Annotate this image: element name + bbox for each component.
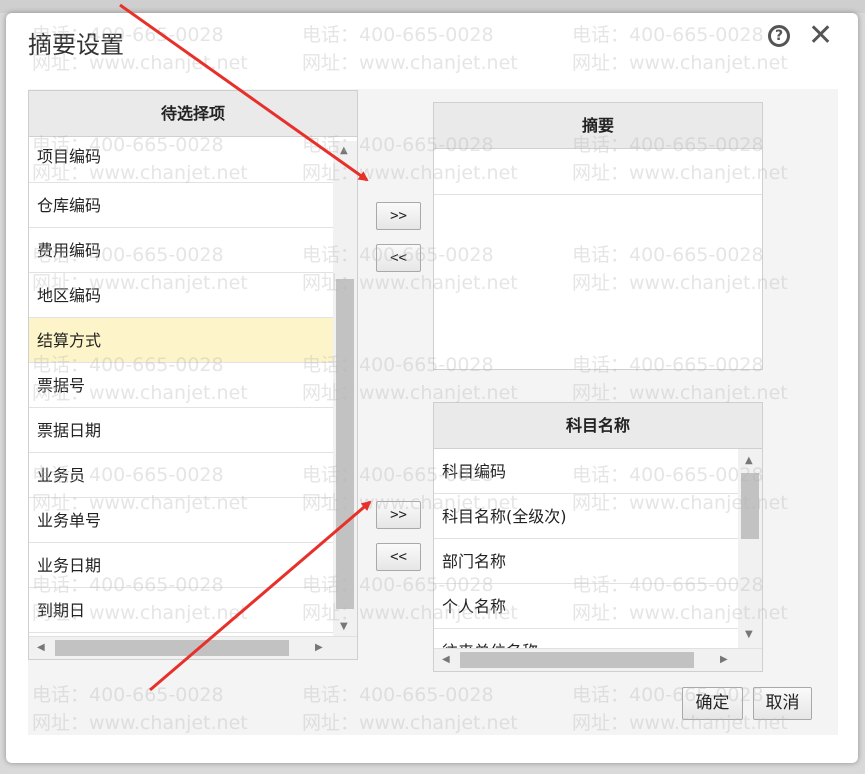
summary-panel: 摘要 [433,102,763,370]
account-name-header: 科目名称 [434,403,762,449]
list-item[interactable]: 项目编码 [29,141,333,183]
remove-from-summary-button[interactable]: << [376,244,421,272]
scroll-up-icon[interactable]: ▲ [745,455,753,467]
account-vertical-scrollbar[interactable]: ▲ ▼ [738,449,762,649]
list-item[interactable]: 科目名称(全级次) [434,494,738,539]
summary-settings-dialog: 摘要设置 ? ✕ 待选择项 项目编码 仓库编码 费用编码 地区编码 结算方式 票… [6,13,858,763]
add-to-summary-button[interactable]: >> [376,202,421,230]
scroll-down-icon[interactable]: ▼ [340,621,348,633]
list-item[interactable]: 费用编码 [29,228,333,273]
scroll-down-icon[interactable]: ▼ [745,629,753,641]
list-item[interactable]: 票据号 [29,363,333,408]
summary-header: 摘要 [434,103,762,149]
list-item[interactable]: 业务日期 [29,543,333,588]
account-horizontal-scrollbar[interactable]: ◀ ▶ [434,648,762,671]
scrollbar-thumb[interactable] [460,652,694,668]
scrollbar-thumb[interactable] [55,640,289,656]
list-item[interactable]: 科目编码 [434,449,738,494]
available-vertical-scrollbar[interactable]: ▲ ▼ [333,141,357,638]
confirm-button[interactable]: 确定 [682,687,743,720]
list-item[interactable]: 部门名称 [434,539,738,584]
list-item[interactable]: 到期日 [29,588,333,633]
available-horizontal-scrollbar[interactable]: ◀ ▶ [29,636,357,659]
scroll-left-icon[interactable]: ◀ [37,642,45,654]
dialog-title: 摘要设置 [28,31,124,59]
help-icon[interactable]: ? [768,25,790,47]
scroll-up-icon[interactable]: ▲ [340,145,348,157]
remove-account-field-button[interactable]: << [376,543,421,571]
available-items-panel: 待选择项 项目编码 仓库编码 费用编码 地区编码 结算方式 票据号 票据日期 业… [28,90,358,660]
cancel-button[interactable]: 取消 [753,687,812,720]
backdrop [0,0,865,13]
add-account-field-button[interactable]: >> [376,501,421,529]
available-items-list: 项目编码 仓库编码 费用编码 地区编码 结算方式 票据号 票据日期 业务员 业务… [29,141,333,638]
list-item[interactable]: 票据日期 [29,408,333,453]
summary-empty-row [434,149,762,195]
list-item[interactable]: 业务员 [29,453,333,498]
account-name-list: 科目编码 科目名称(全级次) 部门名称 个人名称 往来单位名称 [434,449,738,649]
list-item[interactable]: 往来单位名称 [434,629,738,649]
scrollbar-thumb[interactable] [336,279,354,609]
scrollbar-thumb[interactable] [741,473,759,539]
scroll-left-icon[interactable]: ◀ [442,654,450,666]
dialog-body: 待选择项 项目编码 仓库编码 费用编码 地区编码 结算方式 票据号 票据日期 业… [28,89,838,735]
list-item[interactable]: 业务单号 [29,498,333,543]
account-name-panel: 科目名称 科目编码 科目名称(全级次) 部门名称 个人名称 往来单位名称 ▲ ▼… [433,402,763,672]
list-item-selected[interactable]: 结算方式 [29,318,333,363]
list-item[interactable]: 仓库编码 [29,183,333,228]
scroll-right-icon[interactable]: ▶ [315,642,323,654]
close-icon[interactable]: ✕ [808,19,833,53]
available-items-header: 待选择项 [29,91,357,137]
list-item[interactable]: 个人名称 [434,584,738,629]
list-item[interactable]: 地区编码 [29,273,333,318]
scroll-right-icon[interactable]: ▶ [720,654,728,666]
